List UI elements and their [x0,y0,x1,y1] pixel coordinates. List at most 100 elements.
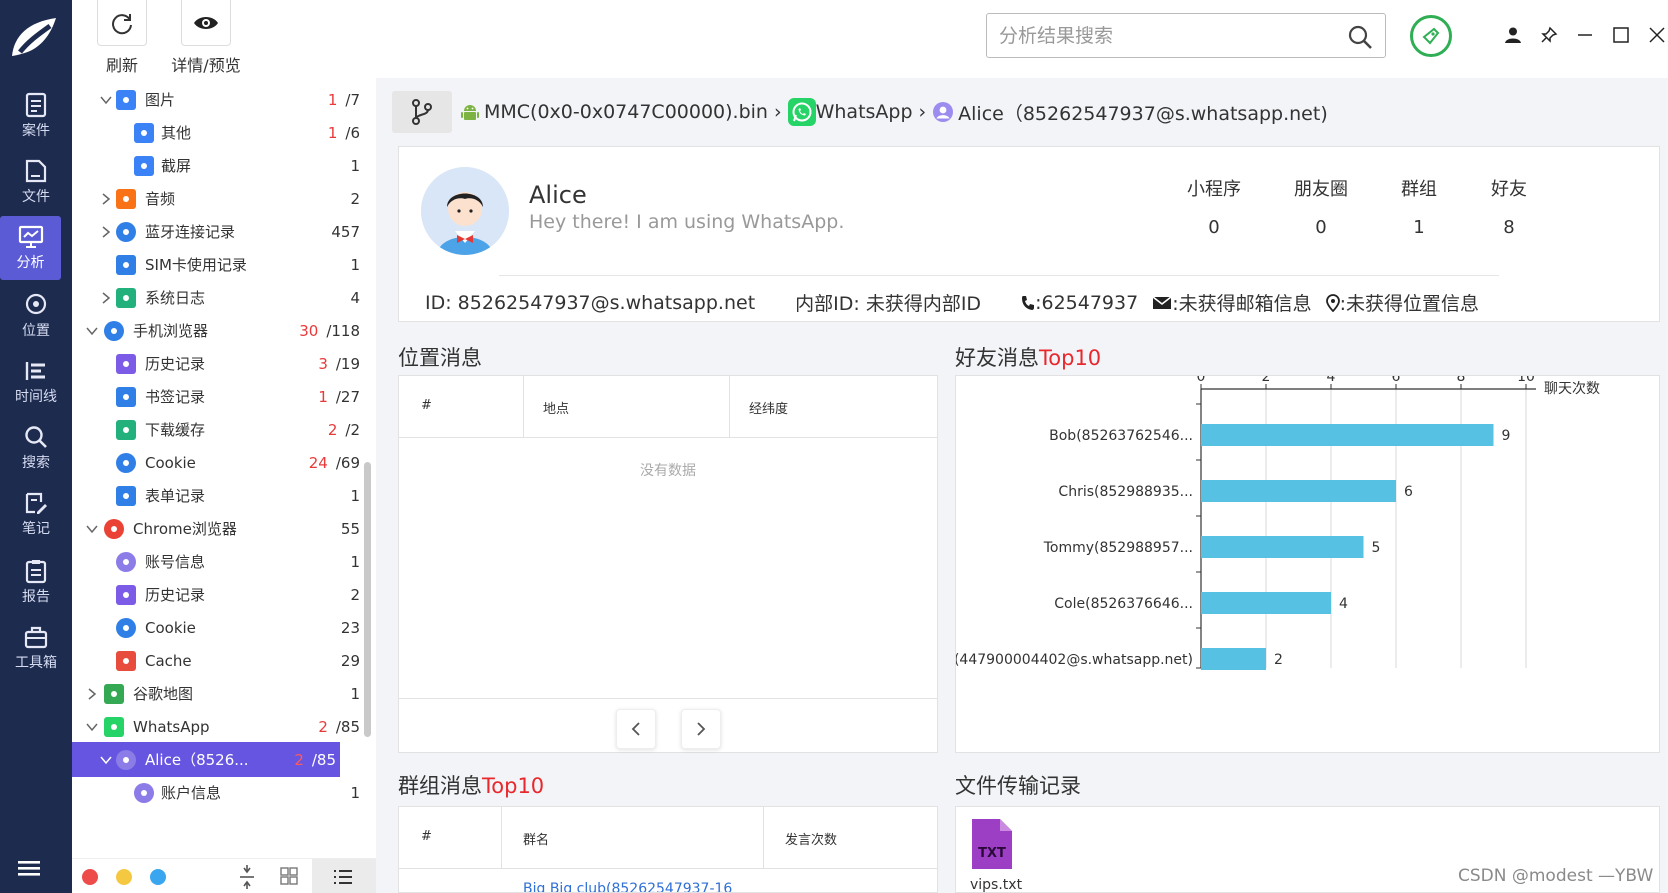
nav-item-note[interactable]: 笔记 [0,482,72,546]
tree-item[interactable]: Chrome浏览器 55 [72,511,364,546]
column-header-coords[interactable]: 经纬度 [749,398,788,417]
tree-item[interactable]: SIM卡使用记录 1 [72,247,364,282]
tree-item-label: 其他 [161,124,192,142]
collapse-icon[interactable] [238,865,256,889]
tree-scrollbar[interactable] [364,462,371,737]
red-dot-icon[interactable] [82,869,98,885]
nav-item-file[interactable]: 文件 [0,150,72,214]
hamburger-menu-icon[interactable] [16,858,42,880]
nav-item-toolbox[interactable]: 工具箱 [0,616,72,680]
column-header-index[interactable]: # [421,398,432,413]
branch-button[interactable] [392,91,452,133]
friends-title-main: 好友消息 [955,346,1039,370]
tree-item-total: 2 [350,189,360,208]
list-view-button[interactable] [312,859,376,893]
tree-item[interactable]: Cookie 23 [72,610,364,645]
status-shield-button[interactable] [1410,15,1452,57]
column-header-message-count[interactable]: 发言次数 [785,829,837,848]
tree-item-count: 2 [350,190,360,208]
tree-item[interactable]: WhatsApp 2/85 [72,709,364,744]
tree-item[interactable]: 谷歌地图 1 [72,676,364,711]
user-button[interactable] [1502,24,1524,46]
next-page-button[interactable] [681,709,721,749]
x-tick-label: 6 [1392,376,1401,385]
tree-item[interactable]: 账号信息 1 [72,544,364,579]
refresh-button[interactable]: 刷新 [92,0,152,76]
tree-item-new-count: 1 [327,123,338,142]
tree-item[interactable]: 图片 1/7 [72,82,364,117]
column-header-place[interactable]: 地点 [543,398,569,417]
breadcrumb-contact[interactable]: Alice（85262547937@s.whatsapp.net) [958,99,1328,126]
nav-item-case[interactable]: 案件 [0,84,72,148]
tree-item[interactable]: 音频 2 [72,181,364,216]
stat-moments[interactable]: 朋友圈 0 [1276,175,1366,238]
tree-item-total: /85 [335,717,360,736]
tree-item[interactable]: 历史记录 3/19 [72,346,364,381]
history-icon [116,353,136,374]
stat-mini-programs[interactable]: 小程序 0 [1169,175,1259,238]
grid-view-icon[interactable] [280,867,298,885]
chevron-right-icon[interactable] [100,192,112,205]
tree-item-total: 1 [350,486,360,505]
tree-item[interactable]: Cookie 24/69 [72,445,364,480]
tree-item[interactable]: 蓝牙连接记录 457 [72,214,364,249]
prev-page-button[interactable] [616,709,656,749]
column-divider [763,807,764,869]
column-header-group-name[interactable]: 群名 [523,829,549,848]
tree-item-total: 457 [331,222,360,241]
stat-groups[interactable]: 群组 1 [1374,175,1464,238]
stat-friends[interactable]: 好友 8 [1464,175,1554,238]
tree-item[interactable]: 手机浏览器 30/118 [72,313,364,348]
image-icon [134,122,154,143]
file-item[interactable]: TXT vips.txt [970,817,1022,892]
group-row-name[interactable]: Big Big club(85262547937-16 [523,881,732,892]
tree-item-count: 1 [350,487,360,505]
nav-item-analysis[interactable]: 分析 [0,216,61,280]
chevron-right-icon[interactable] [100,291,112,304]
search-icon[interactable] [1347,24,1373,50]
tree-item[interactable]: 历史记录 2 [72,577,364,612]
search-input[interactable] [999,23,1329,49]
tree-item-total: 29 [340,651,360,670]
nav-item-report[interactable]: 报告 [0,550,72,614]
chevron-down-icon[interactable] [100,754,112,766]
nav-item-location[interactable]: 位置 [0,284,72,348]
blue-dot-icon[interactable] [150,869,166,885]
breadcrumb-image[interactable]: MMC(0x0-0x0747C00000).bin [484,101,768,123]
maximize-button[interactable] [1610,24,1632,46]
tree-item-count: 2 [350,586,360,604]
tree-item[interactable]: 下载缓存 2/2 [72,412,364,447]
category-label: Tommy(852988957... [1043,540,1193,556]
minimize-button[interactable] [1574,24,1596,46]
chevron-right-icon[interactable] [86,687,98,700]
tree-item[interactable]: 表单记录 1 [72,478,364,513]
column-header-index[interactable]: # [421,829,432,844]
chevron-down-icon[interactable] [100,94,112,106]
preview-button[interactable]: 详情/预览 [156,0,256,76]
tree-item[interactable]: 截屏 1 [72,148,364,183]
pin-button[interactable] [1538,24,1560,46]
nav-item-label: 时间线 [15,389,57,405]
tree-item[interactable]: 系统日志 4 [72,280,364,315]
tree-item[interactable]: 书签记录 1/27 [72,379,364,414]
chevron-down-icon[interactable] [86,721,98,733]
close-button[interactable] [1646,24,1668,46]
bar [1201,480,1396,502]
chevron-down-icon[interactable] [86,325,98,337]
report-icon [25,560,47,584]
tree-item[interactable]: 其他 1/6 [72,115,364,150]
chevron-right-icon[interactable] [100,225,112,238]
yellow-dot-icon[interactable] [116,869,132,885]
tree-item[interactable]: 账户信息 1 [72,775,364,810]
top-bar [376,0,1668,78]
tree-item[interactable]: Cache 29 [72,643,364,678]
chevron-down-icon[interactable] [86,523,98,535]
tree-item-label: 表单记录 [145,487,206,505]
nav-item-timeline[interactable]: 时间线 [0,350,72,414]
tree-item[interactable]: Alice（8526... 2/85 [72,742,340,777]
breadcrumb-app[interactable]: WhatsApp [816,101,913,123]
tree-item-label: Alice（8526... [145,751,249,769]
bar [1201,536,1364,558]
nav-item-search[interactable]: 搜索 [0,416,72,480]
breadcrumb-separator: › [918,101,927,123]
